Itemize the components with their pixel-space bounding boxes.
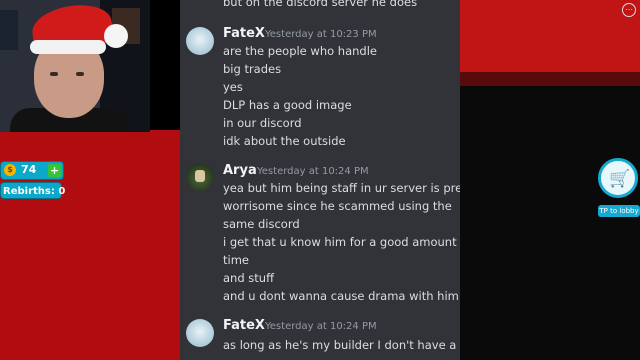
message-timestamp: Yesterday at 10:24 PM — [257, 166, 369, 177]
message-line: are the people who handle — [223, 44, 377, 58]
tp-to-lobby-label[interactable]: TP to lobby — [598, 205, 640, 217]
streamer-eye-left — [50, 72, 58, 76]
message-timestamp: Yesterday at 10:24 PM — [265, 321, 377, 332]
streamer-eye-right — [76, 72, 84, 76]
santa-hat-brim — [30, 40, 106, 54]
message-line: DLP has a good image — [223, 98, 352, 112]
user-avatar[interactable] — [186, 163, 214, 191]
coin-icon: $ — [4, 164, 16, 176]
buy-coins-button[interactable]: + — [48, 164, 61, 177]
message-author[interactable]: FateX — [223, 318, 265, 333]
message-line: but on the discord server he does — [223, 0, 418, 9]
message-line: big trades — [223, 62, 282, 76]
message-line: idk about the outside — [223, 134, 346, 148]
message-line: as long as he's my builder I don't have … — [223, 338, 457, 352]
game-background-stripe — [460, 72, 640, 86]
user-avatar[interactable] — [186, 319, 214, 347]
cart-icon: 🛒 — [609, 169, 631, 189]
message-line: i get that u know him for a good amount … — [223, 235, 460, 249]
message-line: worrisome since he scammed using the — [223, 199, 452, 213]
tp-to-lobby-button[interactable]: 🛒 — [598, 158, 638, 198]
santa-hat-pompom — [104, 24, 128, 48]
more-options-icon[interactable]: ⋯ — [622, 3, 636, 17]
webcam-overlay — [0, 0, 150, 132]
coin-counter: $ 74 + — [0, 161, 64, 180]
rebirths-counter: Rebirths: 0 — [0, 182, 65, 199]
message-author[interactable]: FateX — [223, 26, 265, 41]
webcam-monitor — [0, 10, 18, 50]
message-timestamp: Yesterday at 10:23 PM — [265, 29, 377, 40]
message-line: same discord — [223, 217, 300, 231]
message-line: yes — [223, 80, 243, 94]
game-background-red-right — [460, 0, 640, 72]
message-author[interactable]: Arya — [223, 163, 257, 178]
user-avatar[interactable] — [186, 27, 214, 55]
discord-chat-panel[interactable]: but on the discord server he does FateX … — [180, 0, 460, 360]
message-line: in our discord — [223, 116, 302, 130]
avatar-figure — [195, 170, 205, 182]
message-line: time — [223, 253, 249, 267]
coin-value: 74 — [21, 163, 37, 176]
message-line: and u dont wanna cause drama with him — [223, 289, 459, 303]
message-line: yea but him being staff in ur server is … — [223, 181, 460, 195]
message-line: and stuff — [223, 271, 275, 285]
